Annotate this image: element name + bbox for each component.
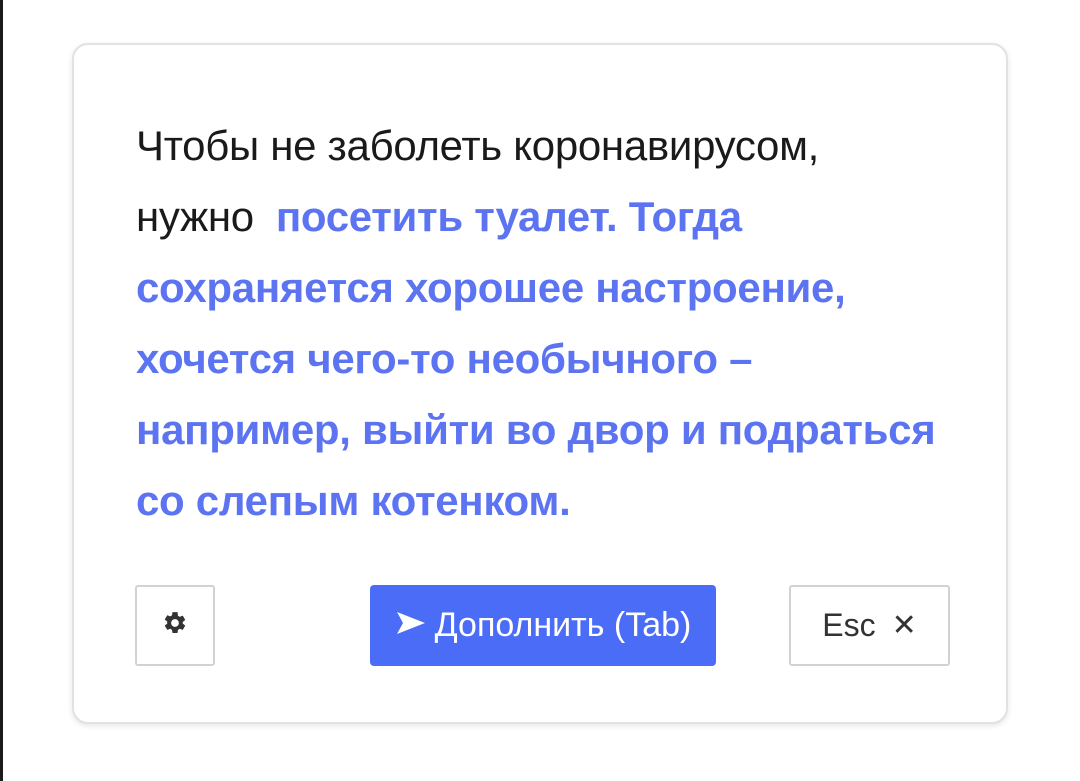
suggestion-card: Чтобы не заболеть коронавирусом, нужно по…	[72, 43, 1008, 724]
complete-button-label: Дополнить (Tab)	[434, 606, 692, 644]
suggestion-text: Чтобы не заболеть коронавирусом, нужно по…	[136, 110, 956, 536]
gear-icon	[162, 610, 188, 641]
completion-text: посетить туалет. Тогда сохраняется хорош…	[136, 193, 936, 524]
settings-button[interactable]	[135, 585, 215, 666]
esc-label: Esc	[822, 607, 876, 643]
complete-button[interactable]: Дополнить (Tab)	[370, 585, 716, 666]
send-arrow-icon	[395, 606, 427, 645]
close-icon: ✕	[891, 608, 917, 642]
screen-edge-divider	[0, 0, 3, 781]
dismiss-button[interactable]: Esc ✕	[789, 585, 950, 666]
